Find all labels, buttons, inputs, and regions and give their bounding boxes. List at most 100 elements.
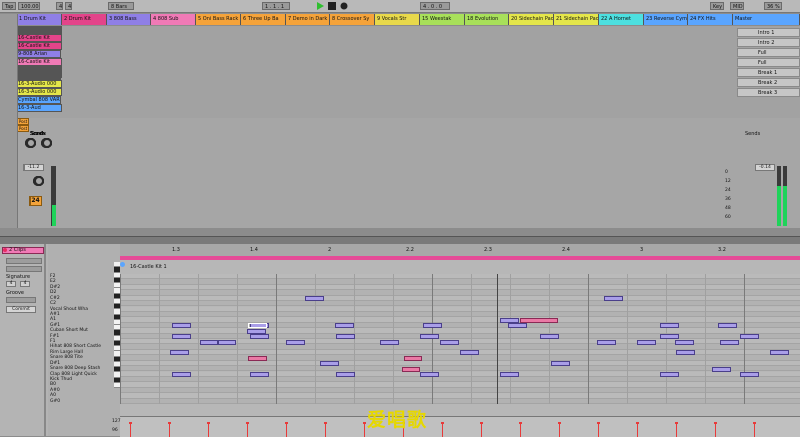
midi-note[interactable] xyxy=(286,339,305,345)
midi-note[interactable] xyxy=(597,339,616,345)
volume-field[interactable]: -11.2 xyxy=(23,164,44,171)
track-header[interactable]: 22 A Hornet xyxy=(599,14,644,25)
midi-note[interactable] xyxy=(660,323,679,329)
clip-color-field[interactable] xyxy=(6,266,42,272)
clip[interactable]: 16-Castle Kit xyxy=(17,58,62,66)
midi-note[interactable] xyxy=(604,296,623,302)
midi-note[interactable] xyxy=(551,361,570,367)
clip-title[interactable]: 2 Clips xyxy=(2,247,44,254)
velocity-handle[interactable] xyxy=(714,422,717,424)
midi-note[interactable] xyxy=(336,372,355,377)
midi-note[interactable] xyxy=(247,328,266,334)
midi-note[interactable] xyxy=(720,339,739,345)
velocity-handle[interactable] xyxy=(636,422,639,424)
clip-start-marker-icon[interactable] xyxy=(120,262,125,267)
midi-note[interactable] xyxy=(637,339,656,345)
midi-note[interactable] xyxy=(740,334,759,340)
velocity-stem[interactable] xyxy=(637,423,638,437)
midi-note[interactable] xyxy=(770,350,789,356)
velocity-handle[interactable] xyxy=(363,422,366,424)
clip[interactable]: 16-3-Audio 000 xyxy=(17,88,62,96)
scene-launch-button[interactable]: Break 2 xyxy=(737,78,800,87)
midi-note[interactable] xyxy=(172,323,191,329)
track-header[interactable]: 8 Crossover Sy xyxy=(330,14,375,25)
midi-note[interactable] xyxy=(336,334,355,340)
piano-roll-editor[interactable]: 1.3 1.4 2 2.2 2.3 2.4 3 3.2 16-Castle Kit 1 127… xyxy=(112,244,800,437)
post-button[interactable]: Post xyxy=(17,125,29,132)
tap-tempo-button[interactable]: Tap xyxy=(2,2,16,10)
track-header[interactable]: 9 Vocals Str xyxy=(375,14,420,25)
velocity-stem[interactable] xyxy=(754,423,755,437)
midi-note[interactable] xyxy=(305,296,324,302)
velocity-handle[interactable] xyxy=(480,422,483,424)
master-track-header[interactable]: Master xyxy=(733,14,800,25)
clip-signature-numerator[interactable]: 4 xyxy=(6,281,16,287)
velocity-stem[interactable] xyxy=(442,423,443,437)
clip-activator-icon[interactable] xyxy=(3,248,7,252)
scene-launch-button[interactable]: Full xyxy=(737,48,800,57)
scene-launch-button[interactable]: Full xyxy=(737,58,800,67)
post-button[interactable]: Post xyxy=(17,118,29,125)
velocity-handle[interactable] xyxy=(519,422,522,424)
velocity-stem[interactable] xyxy=(715,423,716,437)
track-header[interactable]: 4 808 Sub xyxy=(151,14,196,25)
velocity-stem[interactable] xyxy=(247,423,248,437)
velocity-lane[interactable]: 127 96 xyxy=(112,416,800,437)
midi-note[interactable] xyxy=(500,372,519,377)
pan-knob[interactable] xyxy=(33,176,44,186)
midi-note[interactable] xyxy=(250,372,269,377)
midi-map-button[interactable]: MIDI xyxy=(730,2,744,10)
velocity-handle[interactable] xyxy=(324,422,327,424)
midi-note[interactable] xyxy=(660,372,679,377)
midi-note[interactable] xyxy=(660,334,679,340)
track-header[interactable]: 20 Sidechain Pad xyxy=(509,14,554,25)
midi-note[interactable] xyxy=(420,372,439,377)
groove-commit-button[interactable]: Commit xyxy=(6,306,36,313)
midi-note[interactable] xyxy=(200,339,218,345)
midi-note-selected[interactable] xyxy=(402,366,420,372)
track-header[interactable]: 5 Oni Bass Rack xyxy=(196,14,241,25)
clip-signature-denominator[interactable]: 4 xyxy=(20,281,30,287)
track-header[interactable]: 3 808 Bass xyxy=(107,14,151,25)
master-volume-field[interactable]: -0.14 xyxy=(755,164,775,171)
midi-note[interactable] xyxy=(508,323,527,329)
midi-note[interactable] xyxy=(170,350,189,356)
velocity-handle[interactable] xyxy=(129,422,132,424)
loop-bar[interactable] xyxy=(120,256,800,260)
velocity-handle[interactable] xyxy=(558,422,561,424)
scene-launch-button[interactable]: Intro 2 xyxy=(737,38,800,47)
velocity-handle[interactable] xyxy=(441,422,444,424)
midi-note[interactable] xyxy=(440,339,459,345)
midi-note[interactable] xyxy=(500,317,519,323)
send-a-knob[interactable] xyxy=(25,138,36,148)
midi-note[interactable] xyxy=(172,334,191,340)
velocity-stem[interactable] xyxy=(676,423,677,437)
velocity-stem[interactable] xyxy=(364,423,365,437)
velocity-handle[interactable] xyxy=(285,422,288,424)
signature-numerator[interactable]: 4 xyxy=(56,2,63,10)
track-header[interactable]: 23 Reverse Cymbal xyxy=(644,14,688,25)
clip[interactable]: 16-Castle Kit xyxy=(17,34,62,42)
clip[interactable]: Cymbal 808 VAR xyxy=(17,96,61,104)
midi-note-selected[interactable] xyxy=(248,355,267,361)
scene-launch-button[interactable]: Break 1 xyxy=(737,68,800,77)
track-header[interactable]: 21 Sidechain Pad xyxy=(554,14,599,25)
quantize-menu[interactable]: 8 Bars xyxy=(108,2,134,10)
midi-note[interactable] xyxy=(675,339,694,345)
velocity-stem[interactable] xyxy=(598,423,599,437)
track-header[interactable]: 18 Evolution xyxy=(465,14,509,25)
velocity-stem[interactable] xyxy=(559,423,560,437)
midi-note[interactable] xyxy=(712,366,731,372)
midi-note[interactable] xyxy=(320,361,339,367)
stop-button[interactable] xyxy=(328,2,336,10)
clip[interactable]: 16-Castle Kit xyxy=(17,42,62,50)
signature-denominator[interactable]: 4 xyxy=(65,2,72,10)
velocity-stem[interactable] xyxy=(208,423,209,437)
velocity-handle[interactable] xyxy=(168,422,171,424)
midi-note-selected[interactable] xyxy=(404,355,422,361)
scene-launch-button[interactable]: Intro 1 xyxy=(737,28,800,37)
key-map-button[interactable]: Key xyxy=(710,2,724,10)
send-b-knob[interactable] xyxy=(41,138,52,148)
midi-note[interactable] xyxy=(740,372,759,377)
groove-select[interactable] xyxy=(6,297,36,303)
